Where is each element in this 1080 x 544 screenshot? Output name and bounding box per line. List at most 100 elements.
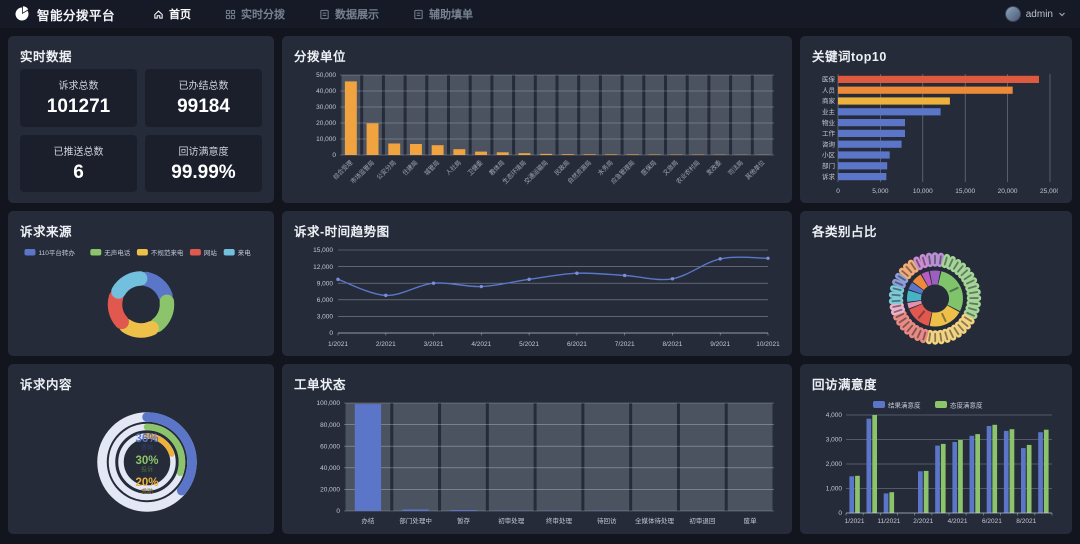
svg-text:求助: 求助 — [141, 488, 153, 496]
svg-text:15,000: 15,000 — [313, 247, 333, 254]
svg-text:3,000: 3,000 — [317, 314, 334, 321]
svg-text:办结: 办结 — [361, 516, 375, 525]
avatar — [1005, 6, 1021, 22]
user-name: admin — [1026, 9, 1053, 20]
svg-text:人社局: 人社局 — [444, 159, 462, 177]
svg-text:物业: 物业 — [822, 118, 836, 127]
svg-text:15,000: 15,000 — [955, 188, 975, 195]
svg-text:36%: 36% — [135, 433, 158, 445]
svg-text:交通运输局: 交通运输局 — [523, 159, 550, 186]
svg-text:废单: 废单 — [744, 516, 758, 525]
panel-request-trend: 诉求-时间趋势图 03,0006,0009,00012,00015,0001/2… — [282, 211, 792, 356]
svg-text:不规范来电: 不规范来电 — [151, 248, 184, 257]
svg-text:50,000: 50,000 — [316, 72, 336, 79]
svg-text:11/2021: 11/2021 — [877, 518, 900, 525]
svg-text:8/2021: 8/2021 — [662, 341, 682, 348]
svg-text:教体局: 教体局 — [488, 159, 506, 177]
svg-text:30,000: 30,000 — [316, 104, 336, 111]
svg-text:综合受理: 综合受理 — [332, 159, 355, 182]
panel-request-source: 诉求来源 110平台转办无声电话不规范来电网站来电 — [8, 211, 274, 356]
svg-text:来电: 来电 — [238, 248, 252, 257]
brand: 智能分拨平台 — [14, 5, 115, 24]
svg-text:医保: 医保 — [822, 75, 836, 84]
user-menu[interactable]: admin — [1005, 6, 1066, 22]
svg-text:30%: 30% — [135, 455, 158, 467]
top-navbar: 智能分拨平台 首页 实时分拨 数据展示 辅助填单 — [0, 0, 1080, 28]
svg-text:工作: 工作 — [822, 129, 836, 138]
svg-text:住建局: 住建局 — [401, 159, 419, 177]
svg-text:应急管理局: 应急管理局 — [609, 159, 636, 186]
svg-text:咨询: 咨询 — [141, 444, 153, 452]
main-nav: 首页 实时分拨 数据展示 辅助填单 — [153, 6, 473, 22]
panel-title: 诉求内容 — [20, 374, 262, 393]
svg-text:4/2021: 4/2021 — [948, 518, 968, 525]
svg-text:无声电话: 无声电话 — [104, 248, 131, 257]
panel-title: 工单状态 — [294, 374, 780, 393]
request-trend-line-chart[interactable]: 03,0006,0009,00012,00015,0001/20212/2021… — [294, 244, 780, 349]
svg-text:诉求: 诉求 — [822, 172, 836, 181]
svg-text:民政局: 民政局 — [553, 159, 571, 177]
svg-text:8/2021: 8/2021 — [1016, 518, 1036, 525]
visit-satisfaction-bar-chart[interactable]: 01,0002,0003,0004,0001/202111/20212/2021… — [812, 397, 1058, 527]
stat-card-satisfaction: 回访满意度 99.99% — [145, 135, 262, 193]
nav-item-realtime-dispatch[interactable]: 实时分拨 — [225, 6, 285, 22]
svg-text:1/2021: 1/2021 — [845, 518, 865, 525]
panel-title: 回访满意度 — [812, 374, 1060, 393]
panel-order-status: 工单状态 020,00040,00060,00080,000100,000办结部… — [282, 364, 792, 534]
pie-logo-icon — [14, 6, 30, 22]
stat-card-pushed: 已推送总数 6 — [20, 135, 137, 193]
svg-text:25,000: 25,000 — [1040, 188, 1058, 195]
request-source-donut-chart[interactable]: 110平台转办无声电话不规范来电网站来电 — [20, 244, 262, 349]
panel-title: 实时数据 — [20, 46, 262, 65]
svg-text:农业农村局: 农业农村局 — [675, 159, 702, 186]
nav-item-assist-form[interactable]: 辅助填单 — [413, 6, 473, 22]
svg-text:10/2021: 10/2021 — [756, 341, 780, 348]
request-content-rings-chart[interactable]: 36%咨询30%投诉20%求助 — [20, 397, 262, 527]
svg-text:6/2021: 6/2021 — [982, 518, 1002, 525]
svg-text:20,000: 20,000 — [998, 188, 1018, 195]
svg-text:部门: 部门 — [822, 161, 835, 170]
panel-category-share: 各类别占比 — [800, 211, 1072, 356]
svg-text:6,000: 6,000 — [317, 297, 334, 304]
svg-text:卫健委: 卫健委 — [466, 159, 484, 177]
svg-text:公安分局: 公安分局 — [375, 159, 398, 182]
stat-card-completed: 已办结总数 99184 — [145, 69, 262, 127]
nav-item-data-display[interactable]: 数据展示 — [319, 6, 379, 22]
svg-text:2/2021: 2/2021 — [376, 341, 396, 348]
svg-text:终审处理: 终审处理 — [546, 516, 573, 525]
stat-cards: 诉求总数 101271 已办结总数 99184 已推送总数 6 回访满意度 99… — [20, 69, 262, 192]
svg-text:0: 0 — [336, 508, 340, 515]
svg-text:0: 0 — [332, 152, 336, 159]
svg-text:部门处理中: 部门处理中 — [399, 516, 432, 525]
panel-title: 各类别占比 — [812, 221, 1060, 240]
keywords-top10-bar-chart[interactable]: 05,00010,00015,00020,00025,000医保人员商家业主物业… — [812, 69, 1058, 195]
svg-text:4/2021: 4/2021 — [471, 341, 491, 348]
app-title: 智能分拨平台 — [37, 5, 115, 24]
svg-text:自然资源局: 自然资源局 — [566, 159, 593, 186]
panel-title: 关键词top10 — [812, 46, 1060, 65]
svg-text:2/2021: 2/2021 — [913, 518, 933, 525]
panel-title: 分拨单位 — [294, 46, 780, 65]
svg-text:待回访: 待回访 — [597, 516, 617, 525]
svg-text:110平台转办: 110平台转办 — [39, 248, 76, 257]
nav-item-home[interactable]: 首页 — [153, 6, 191, 22]
svg-text:发改委: 发改委 — [705, 159, 723, 177]
svg-text:6/2021: 6/2021 — [567, 341, 587, 348]
order-status-bar-chart[interactable]: 020,00040,00060,00080,000100,000办结部门处理中暂… — [294, 397, 780, 527]
panel-title: 诉求-时间趋势图 — [294, 221, 780, 240]
panel-keywords-top10: 关键词top10 05,00010,00015,00020,00025,000医… — [800, 36, 1072, 203]
svg-text:2,000: 2,000 — [826, 461, 843, 468]
chevron-down-icon — [1058, 10, 1066, 18]
svg-text:初审处理: 初审处理 — [498, 516, 525, 525]
category-share-sunburst-chart[interactable] — [812, 244, 1058, 349]
panel-request-content: 诉求内容 36%咨询30%投诉20%求助 — [8, 364, 274, 534]
svg-text:80,000: 80,000 — [320, 422, 340, 429]
document-icon — [413, 9, 424, 20]
svg-text:3/2021: 3/2021 — [424, 341, 444, 348]
svg-text:5,000: 5,000 — [872, 188, 889, 195]
svg-text:小区: 小区 — [822, 150, 836, 159]
dispatch-units-bar-chart[interactable]: 010,00020,00030,00040,00050,000综合受理市场监管局… — [294, 69, 780, 195]
svg-text:60,000: 60,000 — [320, 443, 340, 450]
svg-text:20%: 20% — [135, 477, 158, 489]
svg-text:水务局: 水务局 — [596, 159, 614, 177]
